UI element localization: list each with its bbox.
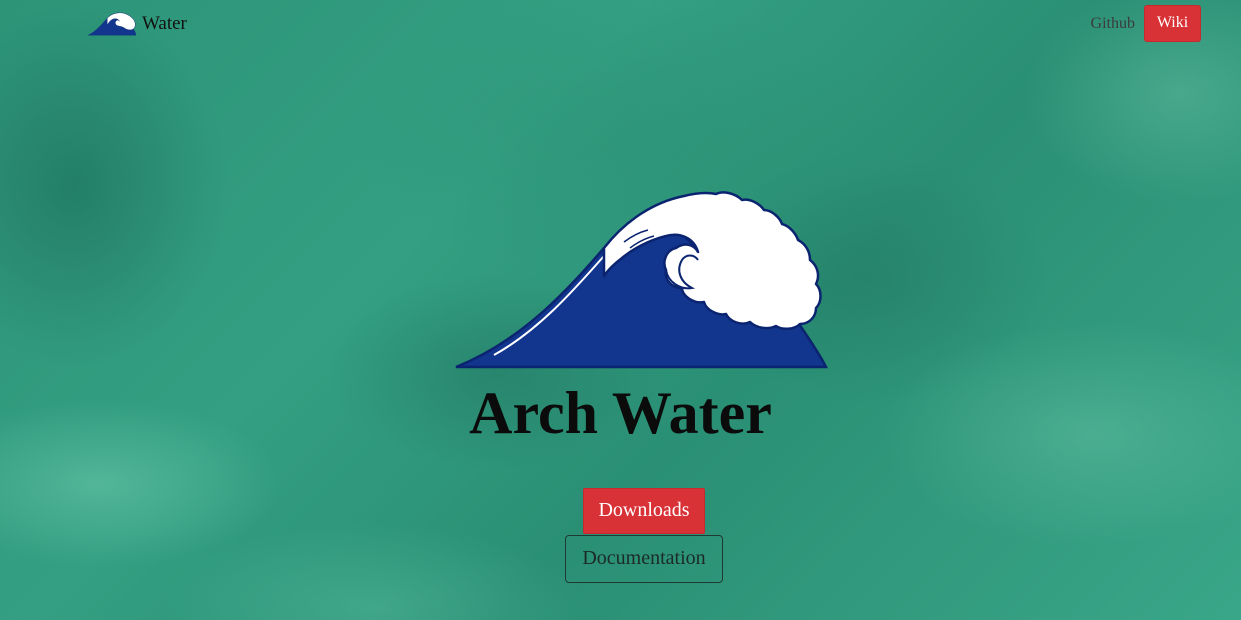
nav-wiki-button[interactable]: Wiki <box>1144 5 1201 42</box>
wave-logo-icon <box>88 12 136 36</box>
brand-link[interactable]: Water <box>88 11 187 37</box>
wave-logo-icon <box>455 191 828 369</box>
documentation-button[interactable]: Documentation <box>565 535 723 583</box>
nav-github-link[interactable]: Github <box>1091 6 1144 42</box>
page-title: Arch Water <box>469 380 772 446</box>
nav-links: Github Wiki <box>1091 5 1201 42</box>
hero-logo <box>454 190 828 370</box>
navbar: Water Github Wiki <box>0 0 1241 48</box>
brand-label: Water <box>142 13 187 34</box>
downloads-button[interactable]: Downloads <box>583 488 705 534</box>
